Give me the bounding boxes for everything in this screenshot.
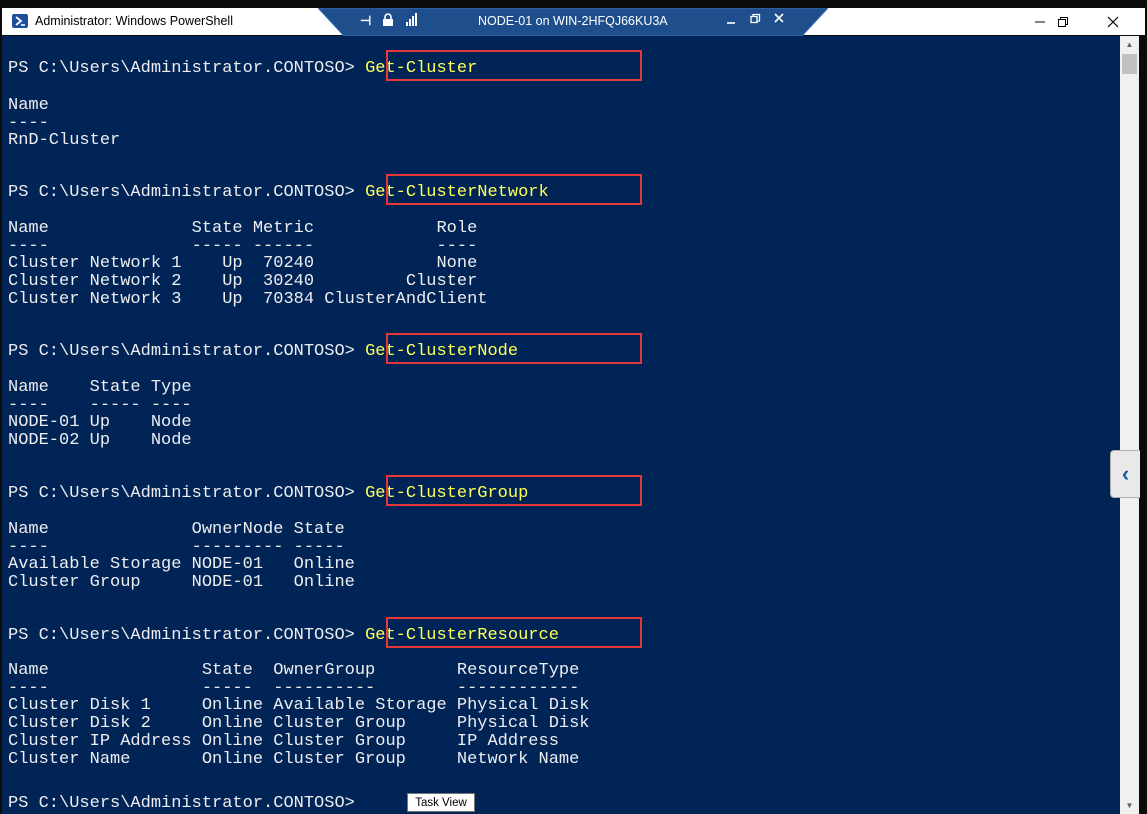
output-line: Name State Type bbox=[8, 378, 192, 397]
output-line: Cluster Name Online Cluster Group Networ… bbox=[8, 749, 580, 769]
command-highlight-box bbox=[386, 617, 642, 648]
output-line: Cluster Network 1 Up 70240 None bbox=[8, 254, 478, 274]
current-prompt-line[interactable]: PS C:\Users\Administrator.CONTOSO> bbox=[8, 795, 355, 813]
prompt-text: PS C:\Users\Administrator.CONTOSO> bbox=[8, 342, 366, 361]
close-icon bbox=[1107, 16, 1119, 27]
output-line: Name State OwnerGroup ResourceType bbox=[8, 661, 580, 680]
prompt-text: PS C:\Users\Administrator.CONTOSO> bbox=[8, 484, 366, 503]
command-highlight-box bbox=[386, 475, 642, 506]
restore-icon bbox=[1058, 16, 1068, 27]
output-line: Cluster Network 2 Up 30240 Cluster bbox=[8, 272, 478, 292]
restore-button[interactable] bbox=[1040, 8, 1086, 35]
window-title: Administrator: Windows PowerShell bbox=[35, 14, 233, 28]
output-line: Cluster Disk 1 Online Available Storage … bbox=[8, 696, 590, 716]
output-line: ---- ----- ------ ---- bbox=[8, 236, 478, 256]
output-line: NODE-01 Up Node bbox=[8, 413, 192, 433]
vertical-scrollbar[interactable]: ▲ ▼ bbox=[1120, 36, 1139, 814]
prompt-text: PS C:\Users\Administrator.CONTOSO> bbox=[8, 59, 366, 78]
close-button[interactable] bbox=[1090, 8, 1136, 35]
output-line: Name State Metric Role bbox=[8, 219, 478, 238]
prompt-text: PS C:\Users\Administrator.CONTOSO> bbox=[8, 626, 366, 645]
output-line: RnD-Cluster bbox=[8, 131, 121, 151]
remote-connection-bar[interactable]: ⊣ NODE-01 on WIN-2HFQJ66KU3A bbox=[318, 8, 828, 36]
command-highlight-box bbox=[386, 50, 642, 81]
side-panel-toggle[interactable]: ‹ bbox=[1110, 450, 1140, 498]
powershell-icon bbox=[12, 14, 28, 28]
remote-desktop-frame: Administrator: Windows PowerShell ⊣ NODE… bbox=[0, 0, 1147, 814]
pin-icon[interactable]: ⊣ bbox=[360, 13, 371, 29]
scroll-up-arrow-icon[interactable]: ▲ bbox=[1120, 36, 1139, 53]
output-line: Name bbox=[8, 96, 49, 115]
output-line: Cluster Network 3 Up 70384 ClusterAndCli… bbox=[8, 289, 488, 309]
chevron-left-icon: ‹ bbox=[1121, 461, 1130, 486]
scrollbar-thumb[interactable] bbox=[1122, 54, 1137, 74]
output-line: Name OwnerNode State bbox=[8, 520, 345, 539]
output-line: ---- --------- ----- bbox=[8, 537, 345, 557]
command-highlight-box bbox=[386, 174, 642, 205]
output-line: Cluster Disk 2 Online Cluster Group Phys… bbox=[8, 714, 590, 734]
frame-edge bbox=[1139, 36, 1147, 814]
output-line: NODE-02 Up Node bbox=[8, 431, 192, 451]
output-line: Cluster Group NODE-01 Online bbox=[8, 573, 355, 593]
output-line: Cluster IP Address Online Cluster Group … bbox=[8, 731, 559, 751]
remote-session-title: NODE-01 on WIN-2HFQJ66KU3A bbox=[478, 14, 668, 28]
prompt-text: PS C:\Users\Administrator.CONTOSO> bbox=[8, 183, 366, 202]
command-highlight-box bbox=[386, 333, 642, 364]
output-line: ---- ----- ---------- ------------ bbox=[8, 678, 580, 698]
output-line: ---- ----- ---- bbox=[8, 395, 192, 415]
task-view-tooltip: Task View bbox=[407, 793, 475, 812]
output-line: Available Storage NODE-01 Online bbox=[8, 555, 355, 575]
scroll-down-arrow-icon[interactable]: ▼ bbox=[1120, 797, 1139, 814]
output-line: ---- bbox=[8, 113, 49, 133]
powershell-console[interactable]: PS C:\Users\Administrator.CONTOSO> Get-C… bbox=[2, 36, 1120, 814]
